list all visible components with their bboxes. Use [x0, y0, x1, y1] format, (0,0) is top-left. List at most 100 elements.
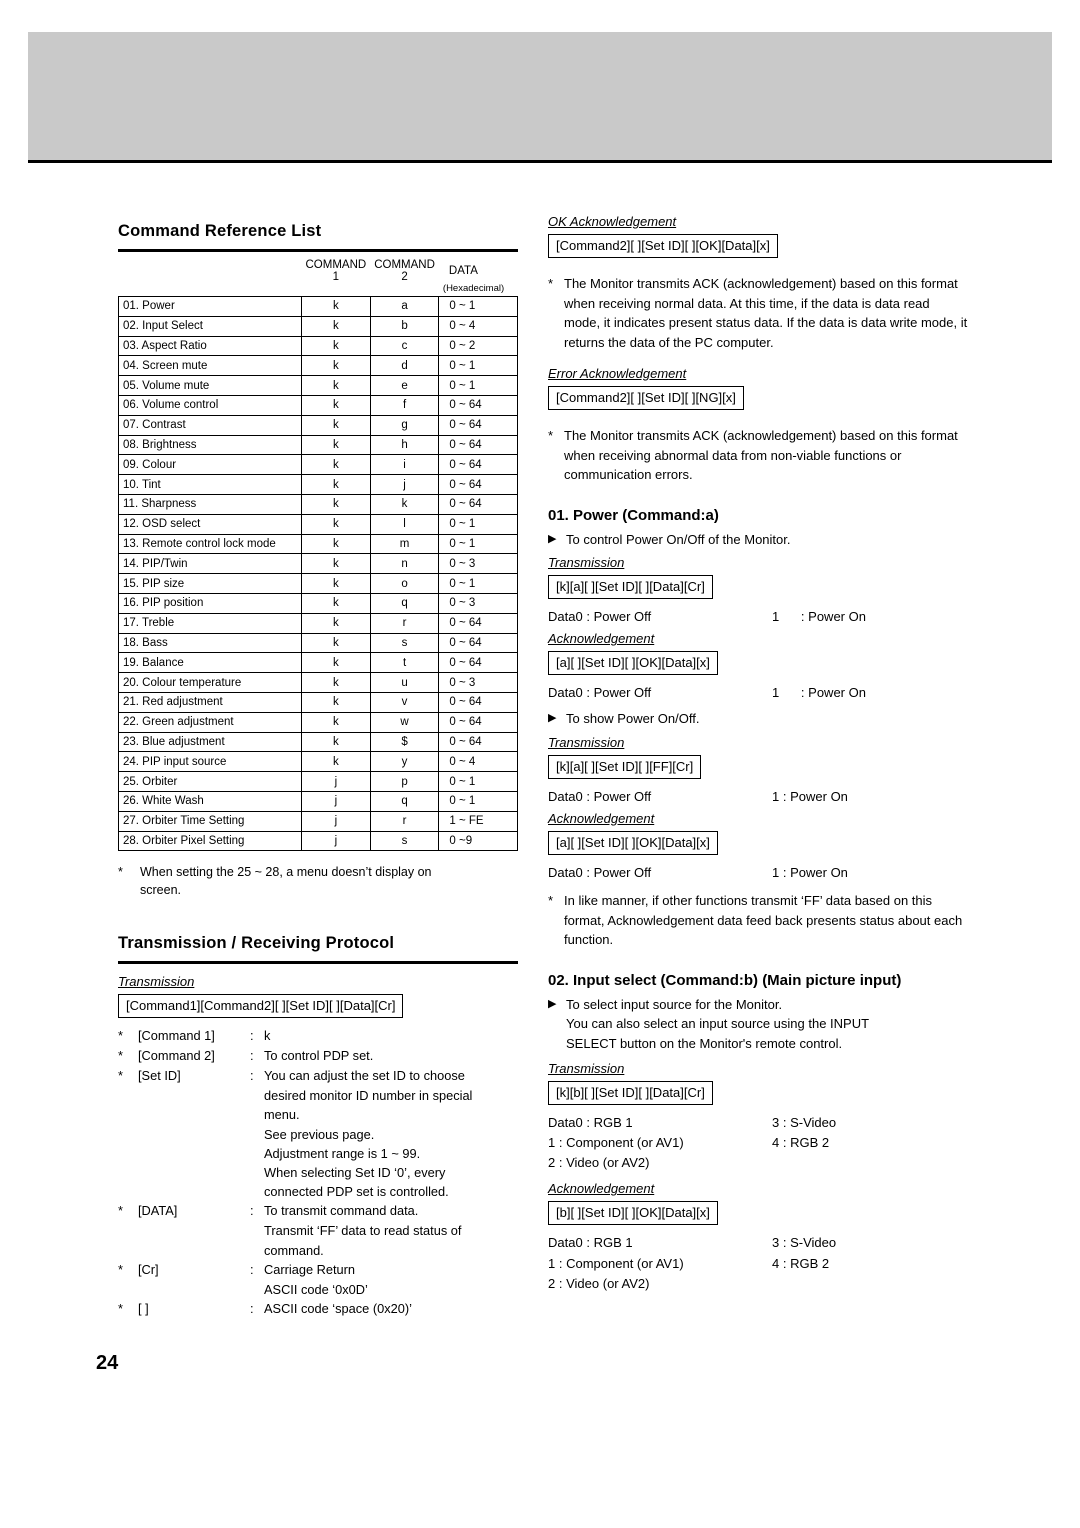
cell-command2: r — [369, 612, 440, 634]
transmission-label: Transmission — [118, 973, 195, 989]
power-bullet-1-text: To control Power On/Off of the Monitor. — [566, 531, 791, 547]
power-ack-box: [a][ ][Set ID][ ][OK][Data][x] — [548, 651, 718, 676]
cell-data-range: 0 ~ 64 — [438, 652, 518, 674]
cell-command-name: 09. Colour — [118, 454, 302, 476]
input-opt2-r2-sep: : — [782, 1255, 787, 1271]
cell-command2: w — [369, 711, 440, 733]
protocol-star: * — [118, 1261, 123, 1277]
input-bullet-1: ▶ To select input source for the Monitor… — [548, 995, 968, 1054]
power-data-4-on-sep: : — [782, 864, 787, 880]
power-data-2-off: Power Off — [593, 685, 652, 701]
ok-ack-label: OK Acknowledgement — [548, 214, 677, 229]
cell-command2: y — [369, 751, 440, 773]
section-title-protocol: Transmission / Receiving Protocol — [118, 933, 395, 952]
triangle-bullet-icon-3: ▶ — [548, 997, 557, 1010]
header-band — [28, 32, 1052, 160]
input-option-row: 2 : Video (or AV2) — [548, 1153, 772, 1173]
cell-command1: k — [301, 493, 371, 515]
ok-ack-format-box: [Command2][ ][Set ID][ ][OK][Data][x] — [548, 234, 778, 258]
table-row: 04. Screen mute k d 0 ~ 1 — [118, 355, 518, 377]
left-column: Command Reference List COMMAND 1 COMMAND… — [118, 222, 518, 1319]
protocol-value: To control PDP set. — [264, 1047, 374, 1063]
input-opt2-l3-key: 2 — [548, 1275, 556, 1291]
power-footnote-star: * — [548, 893, 554, 909]
table-row: 21. Red adjustment k v 0 ~ 64 — [118, 691, 518, 713]
power-data-1-left: Data0 : Power Off — [548, 607, 772, 627]
triangle-bullet-icon: ▶ — [548, 532, 557, 545]
cell-command2: r — [369, 810, 440, 832]
cell-command2: v — [369, 691, 440, 713]
protocol-continuation: See previous page. — [264, 1126, 375, 1142]
header-command1: COMMAND 1 — [305, 258, 367, 283]
protocol-continuation: ASCII code ‘0x0D’ — [264, 1282, 368, 1297]
cell-data-range: 0 ~ 64 — [438, 632, 518, 654]
table-row: 09. Colour k i 0 ~ 64 — [118, 454, 518, 476]
cell-data-range: 0 ~ 1 — [438, 790, 518, 812]
cell-data-range: 0 ~ 4 — [438, 315, 518, 337]
cell-data-range: 0 ~ 3 — [438, 672, 518, 693]
protocol-star: * — [118, 1301, 123, 1317]
power-data-row-4: Data0 : Power Off 1 : Power On — [548, 863, 968, 883]
table-row: 05. Volume mute k e 0 ~ 1 — [118, 375, 518, 396]
cell-data-range: 0 ~ 64 — [438, 493, 518, 515]
cell-command2: b — [369, 315, 440, 337]
cell-command1: k — [301, 711, 371, 733]
cell-command-name: 20. Colour temperature — [118, 672, 302, 693]
input-data-label-2: Data — [548, 1235, 576, 1251]
power-data-4-off: Power Off — [593, 864, 652, 880]
protocol-value: Carriage Return — [264, 1261, 356, 1277]
cell-data-range: 0 ~ 64 — [438, 731, 518, 753]
cell-command2: q — [369, 592, 440, 614]
input-option-row: 3 : S-Video — [772, 1233, 952, 1253]
power-data-1-on-key: 1 — [772, 609, 780, 624]
cell-command1: k — [301, 296, 371, 317]
protocol-item: * [ ]: ASCII code ‘space (0x20)’ — [118, 1299, 518, 1318]
cell-command1: j — [301, 771, 371, 792]
protocol-sep: : — [250, 1067, 254, 1083]
input-data-options-2: Data0 : RGB 1 1 : Component (or AV1) 2 :… — [548, 1233, 968, 1293]
power-data-2-off-sep: : — [586, 685, 590, 701]
input-opt2-r2-key: 4 — [772, 1255, 780, 1271]
cell-command1: j — [301, 810, 371, 832]
protocol-item: * [Set ID]: You can adjust the set ID to c… — [118, 1066, 518, 1085]
table-row: 14. PIP/Twin k n 0 ~ 3 — [118, 553, 518, 575]
cell-command1: k — [301, 375, 371, 396]
cell-data-range: 0 ~ 2 — [438, 335, 518, 357]
cell-data-range: 0 ~ 1 — [438, 355, 518, 377]
cell-command-name: 12. OSD select — [118, 513, 302, 535]
error-ack-format-box: [Command2][ ][Set ID][ ][NG][x] — [548, 386, 744, 410]
input-opt2-r1-val: S-Video — [790, 1235, 837, 1251]
cell-command2: $ — [369, 731, 440, 753]
cell-command-name: 22. Green adjustment — [118, 711, 302, 733]
cell-command1: k — [301, 592, 371, 614]
protocol-item: * [DATA]: To transmit command data. — [118, 1201, 518, 1220]
cell-data-range: 0 ~ 4 — [438, 751, 518, 773]
power-data-3-on: Power On — [790, 788, 848, 804]
protocol-value: ASCII code ‘space (0x20)’ — [264, 1301, 412, 1317]
input-opt-l3-key: 2 — [548, 1155, 556, 1171]
protocol-item: * [Command 1]: k — [118, 1026, 518, 1045]
protocol-continuation: Adjustment range is 1 ~ 99. — [264, 1145, 421, 1161]
cell-command-name: 05. Volume mute — [118, 375, 302, 396]
power-data-1-off-sep: : — [586, 609, 590, 624]
cell-command2: h — [369, 434, 440, 456]
header-data-sub: (Hexadecimal) — [442, 282, 505, 294]
cell-command2: n — [369, 553, 440, 575]
protocol-item: * [Command 2]: To control PDP set. — [118, 1046, 518, 1065]
protocol-item: * [Cr]: Carriage Return — [118, 1260, 518, 1279]
power-data-1-on: Power On — [808, 609, 866, 624]
power-data-4-off-key: 0 — [575, 864, 583, 880]
input-options-right-2: 3 : S-Video 4 : RGB 2 — [772, 1233, 952, 1293]
table-header-subrow: (Hexadecimal) — [119, 283, 518, 297]
input-option-row: Data0 : RGB 1 — [548, 1233, 772, 1253]
protocol-key: [Set ID] — [138, 1067, 181, 1083]
input-option-row: 3 : S-Video — [772, 1113, 952, 1133]
power-data-2-on-key: 1 — [772, 685, 780, 701]
cell-command1: k — [301, 355, 371, 377]
input-opt-r1-val: S-Video — [790, 1115, 837, 1131]
power-data-1-on-sep: : — [800, 609, 805, 624]
table-row: 11. Sharpness k k 0 ~ 64 — [118, 493, 518, 515]
cell-command-name: 10. Tint — [118, 474, 302, 495]
cell-command2: q — [369, 790, 440, 812]
header-rule — [28, 160, 1052, 163]
